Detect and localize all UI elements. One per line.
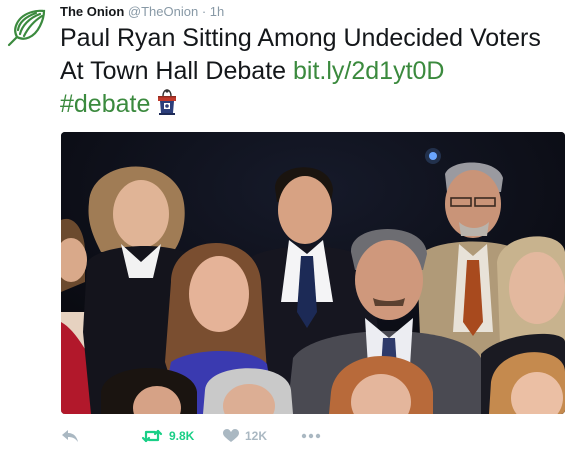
- reply-button[interactable]: [61, 426, 79, 446]
- like-button[interactable]: 12K: [223, 426, 267, 446]
- author-name[interactable]: The Onion: [60, 4, 124, 19]
- onion-logo-icon: [7, 9, 46, 47]
- reply-icon: [62, 430, 78, 442]
- avatar[interactable]: [4, 6, 48, 50]
- hashtag-link[interactable]: #debate: [60, 90, 150, 118]
- tweet-link[interactable]: bit.ly/2d1yt0D: [293, 57, 444, 85]
- header-separator: ·: [201, 4, 207, 19]
- more-button[interactable]: [301, 426, 321, 446]
- like-count: 12K: [245, 429, 268, 443]
- tweet-actions: 9.8K 12K: [61, 426, 461, 446]
- tweet-photo[interactable]: [61, 132, 565, 414]
- retweet-icon: [141, 429, 163, 443]
- podium-emoji-icon: [154, 88, 180, 116]
- tweet-header: The Onion @TheOnion · 1h: [60, 4, 224, 20]
- author-handle[interactable]: @TheOnion: [128, 4, 198, 19]
- retweet-button[interactable]: 9.8K: [141, 426, 194, 446]
- tweet-timestamp[interactable]: 1h: [210, 4, 224, 19]
- more-icon: [301, 433, 321, 439]
- heart-icon: [223, 429, 239, 442]
- retweet-count: 9.8K: [169, 429, 195, 443]
- tweet-text: Paul Ryan Sitting Among Undecided Voters…: [60, 22, 560, 121]
